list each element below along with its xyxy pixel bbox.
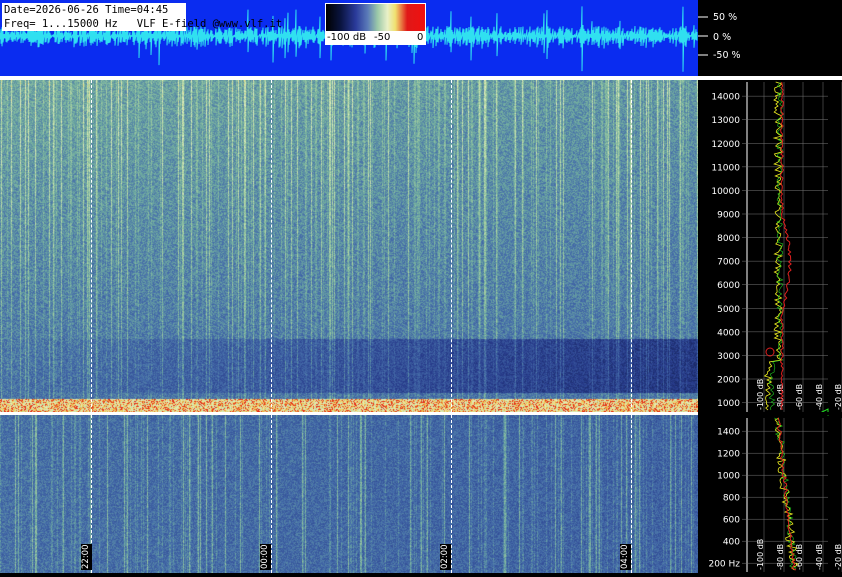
spectrogram-upper-canvas [0, 80, 698, 412]
waveform-scale-label: 50 % [713, 12, 737, 23]
colorbar-legend: -100 dB -50 0 [325, 3, 426, 45]
freq-tick-label: 9000 [717, 211, 740, 221]
freq-tick-label: 1400 [717, 428, 740, 438]
db-tick-label: -100 dB [756, 539, 765, 570]
freq-tick-label: 10000 [711, 187, 740, 197]
freq-tick-label: 2000 [717, 376, 740, 386]
time-gridline [631, 415, 632, 573]
time-gridline [451, 80, 452, 412]
freq-tick-label: 3000 [717, 352, 740, 362]
freq-tick-label: 1200 [717, 450, 740, 460]
time-label: 00:00 [260, 544, 271, 570]
freq-tick-label: 13000 [711, 116, 740, 126]
waveform-scale-label: -50 % [713, 50, 741, 61]
upper-freq-axis: 14000 13000 12000 11000 10000 9000 8000 7000 600… [711, 93, 740, 409]
waveform-scale-label: 0 % [713, 32, 731, 43]
freq-tick-label: 5000 [717, 305, 740, 315]
db-tick-label: -20 dB [834, 384, 842, 410]
db-tick-label: -20 dB [834, 544, 842, 570]
freq-tick-label: 11000 [711, 163, 740, 173]
lower-db-axis: -100 dB -80 dB -60 dB -40 dB -20 dB [756, 539, 842, 570]
freq-tick-label: 4000 [717, 328, 740, 338]
upper-spectrum-grid [742, 82, 842, 412]
freq-tick-label: 800 [723, 494, 740, 504]
colorbar-gradient [326, 4, 425, 31]
db-tick-label: -100 dB [756, 379, 765, 410]
db-tick-label: -60 dB [795, 384, 804, 410]
freq-tick-label: 200 Hz [708, 560, 740, 570]
spectrum-panel-svg: 50 % 0 % -50 % 14000 13000 12000 11000 10000… [698, 12, 842, 572]
time-gridline [451, 415, 452, 573]
freq-tick-label: 400 [723, 538, 740, 548]
time-label: 02:00 [440, 544, 451, 570]
freq-tick-label: 6000 [717, 281, 740, 291]
freq-tick-label: 7000 [717, 258, 740, 268]
colorbar-label-mid: -50 [374, 32, 391, 43]
info-box: Date=2026-06-26 Time=04:45 Freq= 1...150… [2, 3, 282, 31]
colorbar-label-max: 0 [417, 32, 424, 43]
freq-tick-label: 1000 [717, 399, 740, 409]
lower-freq-axis: 1400 1200 1000 800 600 400 200 Hz [708, 428, 740, 570]
time-gridline [631, 80, 632, 412]
freq-tick-label: 12000 [711, 140, 740, 150]
time-label: 22:00 [81, 544, 92, 570]
date-time-label: Date=2026-06-26 Time=04:45 [4, 4, 169, 16]
spectrogram-upper [0, 80, 698, 412]
frequency-label: Freq= 1...15000 Hz VLF E-field @www.vlf.… [4, 18, 283, 30]
time-gridline [271, 80, 272, 412]
spectrum-panel: 50 % 0 % -50 % 14000 13000 12000 11000 10000… [698, 0, 842, 573]
peak-marker [765, 347, 775, 357]
freq-tick-label: 14000 [711, 93, 740, 103]
db-tick-label: -40 dB [815, 544, 824, 570]
colorbar-label-min: -100 dB [327, 32, 367, 43]
freq-tick-label: 600 [723, 516, 740, 526]
spectrogram-lower: 22:00 00:00 02:00 04:00 [0, 415, 698, 573]
db-tick-label: -80 dB [776, 544, 785, 570]
time-label: 04:00 [620, 544, 631, 570]
spectrogram-lower-canvas [0, 415, 698, 573]
freq-tick-label: 8000 [717, 234, 740, 244]
freq-tick-label: 1000 [717, 472, 740, 482]
db-tick-label: -40 dB [815, 384, 824, 410]
time-gridline [271, 415, 272, 573]
time-gridline [91, 80, 92, 412]
